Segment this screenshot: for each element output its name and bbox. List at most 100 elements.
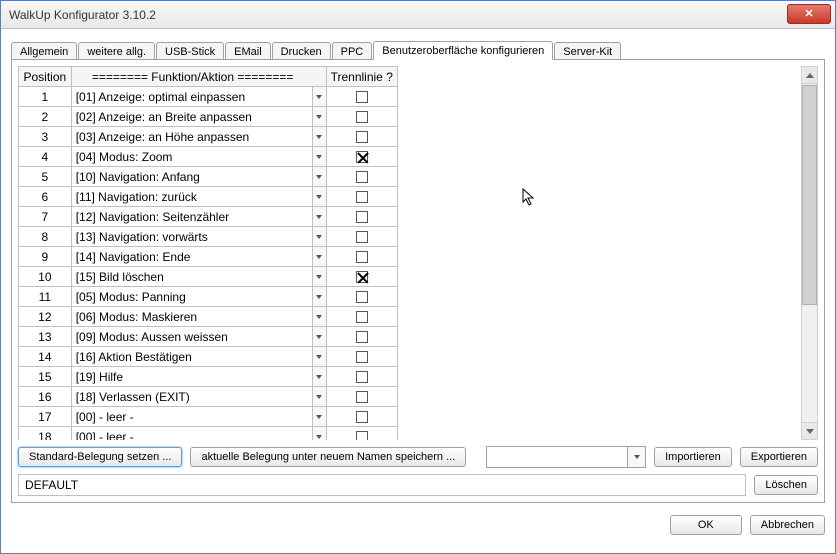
separator-checkbox[interactable] [356, 331, 368, 343]
chevron-down-icon[interactable] [312, 247, 326, 266]
function-cell[interactable]: [18] Verlassen (EXIT) [71, 387, 326, 407]
position-cell[interactable]: 16 [19, 387, 72, 407]
position-cell[interactable]: 13 [19, 327, 72, 347]
separator-checkbox[interactable] [356, 191, 368, 203]
chevron-down-icon[interactable] [312, 187, 326, 206]
tab-5[interactable]: PPC [332, 42, 373, 60]
position-cell[interactable]: 3 [19, 127, 72, 147]
function-cell[interactable]: [13] Navigation: vorwärts [71, 227, 326, 247]
position-cell[interactable]: 18 [19, 427, 72, 441]
tab-3[interactable]: EMail [225, 42, 271, 60]
chevron-down-icon[interactable] [627, 447, 645, 467]
chevron-down-icon[interactable] [312, 147, 326, 166]
separator-checkbox[interactable] [356, 131, 368, 143]
function-cell[interactable]: [12] Navigation: Seitenzähler [71, 207, 326, 227]
cancel-button[interactable]: Abbrechen [750, 515, 825, 535]
delete-button[interactable]: Löschen [754, 475, 818, 495]
function-cell[interactable]: [05] Modus: Panning [71, 287, 326, 307]
function-cell[interactable]: [02] Anzeige: an Breite anpassen [71, 107, 326, 127]
col-separator[interactable]: Trennlinie ? [326, 67, 397, 87]
function-cell[interactable]: [10] Navigation: Anfang [71, 167, 326, 187]
chevron-down-icon[interactable] [312, 347, 326, 366]
chevron-down-icon[interactable] [312, 387, 326, 406]
position-cell[interactable]: 7 [19, 207, 72, 227]
scroll-down-icon[interactable] [802, 422, 817, 439]
function-cell[interactable]: [03] Anzeige: an Höhe anpassen [71, 127, 326, 147]
function-cell[interactable]: [11] Navigation: zurück [71, 187, 326, 207]
position-cell[interactable]: 1 [19, 87, 72, 107]
separator-checkbox[interactable] [356, 271, 368, 283]
chevron-down-icon[interactable] [312, 367, 326, 386]
vertical-scrollbar[interactable] [801, 66, 818, 440]
separator-checkbox[interactable] [356, 231, 368, 243]
col-position[interactable]: Position [19, 67, 72, 87]
chevron-down-icon[interactable] [312, 307, 326, 326]
close-button[interactable]: ✕ [787, 4, 831, 24]
position-cell[interactable]: 6 [19, 187, 72, 207]
tab-1[interactable]: weitere allg. [78, 42, 155, 60]
function-cell[interactable]: [00] - leer - [71, 407, 326, 427]
set-default-button[interactable]: Standard-Belegung setzen ... [18, 447, 182, 467]
tab-6[interactable]: Benutzeroberfläche konfigurieren [373, 41, 553, 60]
separator-checkbox[interactable] [356, 431, 368, 440]
separator-checkbox[interactable] [356, 391, 368, 403]
function-cell[interactable]: [15] Bild löschen [71, 267, 326, 287]
save-as-button[interactable]: aktuelle Belegung unter neuem Namen spei… [190, 447, 466, 467]
chevron-down-icon[interactable] [312, 327, 326, 346]
position-cell[interactable]: 2 [19, 107, 72, 127]
ok-button[interactable]: OK [670, 515, 742, 535]
function-cell[interactable]: [04] Modus: Zoom [71, 147, 326, 167]
separator-cell [326, 327, 397, 347]
position-cell[interactable]: 14 [19, 347, 72, 367]
separator-checkbox[interactable] [356, 111, 368, 123]
tab-7[interactable]: Server-Kit [554, 42, 621, 60]
function-cell[interactable]: [09] Modus: Aussen weissen [71, 327, 326, 347]
function-cell[interactable]: [00] - leer - [71, 427, 326, 441]
position-cell[interactable]: 11 [19, 287, 72, 307]
chevron-down-icon[interactable] [312, 87, 326, 106]
position-cell[interactable]: 12 [19, 307, 72, 327]
function-cell[interactable]: [19] Hilfe [71, 367, 326, 387]
chevron-down-icon[interactable] [312, 127, 326, 146]
chevron-down-icon[interactable] [312, 167, 326, 186]
function-cell[interactable]: [01] Anzeige: optimal einpassen [71, 87, 326, 107]
position-cell[interactable]: 5 [19, 167, 72, 187]
col-function[interactable]: ======== Funktion/Aktion ======== [71, 67, 326, 87]
separator-checkbox[interactable] [356, 291, 368, 303]
separator-checkbox[interactable] [356, 371, 368, 383]
separator-checkbox[interactable] [356, 311, 368, 323]
separator-checkbox[interactable] [356, 151, 368, 163]
chevron-down-icon[interactable] [312, 227, 326, 246]
scroll-up-icon[interactable] [802, 67, 817, 84]
position-cell[interactable]: 10 [19, 267, 72, 287]
separator-checkbox[interactable] [356, 91, 368, 103]
chevron-down-icon[interactable] [312, 407, 326, 426]
layout-combo[interactable] [486, 446, 646, 468]
scroll-thumb[interactable] [802, 85, 817, 305]
position-cell[interactable]: 15 [19, 367, 72, 387]
separator-checkbox[interactable] [356, 171, 368, 183]
separator-checkbox[interactable] [356, 351, 368, 363]
separator-checkbox[interactable] [356, 411, 368, 423]
separator-checkbox[interactable] [356, 211, 368, 223]
export-button[interactable]: Exportieren [740, 447, 818, 467]
chevron-down-icon[interactable] [312, 427, 326, 440]
tab-2[interactable]: USB-Stick [156, 42, 224, 60]
import-button[interactable]: Importieren [654, 447, 732, 467]
separator-cell [326, 407, 397, 427]
chevron-down-icon[interactable] [312, 267, 326, 286]
tab-4[interactable]: Drucken [272, 42, 331, 60]
separator-cell [326, 367, 397, 387]
position-cell[interactable]: 17 [19, 407, 72, 427]
function-cell[interactable]: [16] Aktion Bestätigen [71, 347, 326, 367]
chevron-down-icon[interactable] [312, 107, 326, 126]
chevron-down-icon[interactable] [312, 287, 326, 306]
position-cell[interactable]: 8 [19, 227, 72, 247]
position-cell[interactable]: 9 [19, 247, 72, 267]
chevron-down-icon[interactable] [312, 207, 326, 226]
function-cell[interactable]: [06] Modus: Maskieren [71, 307, 326, 327]
tab-0[interactable]: Allgemein [11, 42, 77, 60]
separator-checkbox[interactable] [356, 251, 368, 263]
function-cell[interactable]: [14] Navigation: Ende [71, 247, 326, 267]
position-cell[interactable]: 4 [19, 147, 72, 167]
